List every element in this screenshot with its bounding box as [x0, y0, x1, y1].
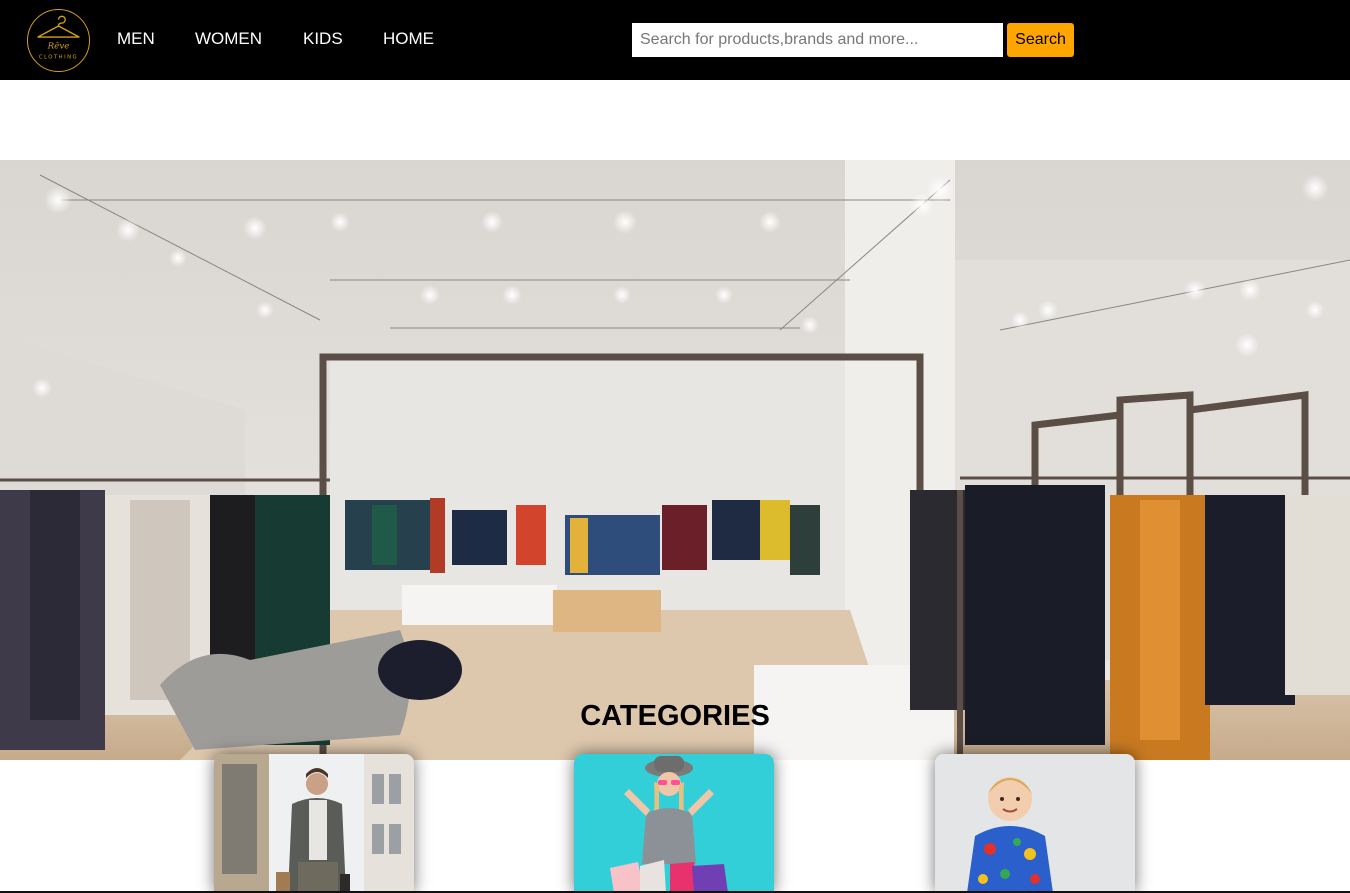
men-category-photo	[214, 754, 414, 893]
categories-heading: CATEGORIES	[580, 700, 770, 732]
nav-link-women[interactable]: WOMEN	[195, 29, 262, 49]
logo-script-text: Rêve	[47, 41, 70, 52]
clothing-store-interior-photo	[0, 160, 1350, 760]
nav-link-men[interactable]: MEN	[117, 29, 155, 49]
logo-sub-text: CLOTHING	[39, 54, 78, 60]
nav-link-home[interactable]: HOME	[383, 29, 434, 49]
category-card-men[interactable]	[214, 754, 414, 893]
category-card-kids[interactable]	[935, 754, 1135, 893]
search-input[interactable]	[632, 23, 1003, 57]
hero-banner	[0, 160, 1350, 760]
women-category-photo	[574, 754, 774, 893]
hanger-logo-icon: Rêve CLOTHING	[37, 15, 80, 60]
nav-link-kids[interactable]: KIDS	[303, 29, 343, 49]
brand-logo[interactable]: Rêve CLOTHING	[27, 9, 90, 72]
search-button[interactable]: Search	[1007, 23, 1074, 57]
category-card-women[interactable]	[574, 754, 774, 893]
top-navbar: Rêve CLOTHING MEN WOMEN KIDS HOME Search	[0, 0, 1350, 80]
kids-category-photo	[935, 754, 1135, 893]
